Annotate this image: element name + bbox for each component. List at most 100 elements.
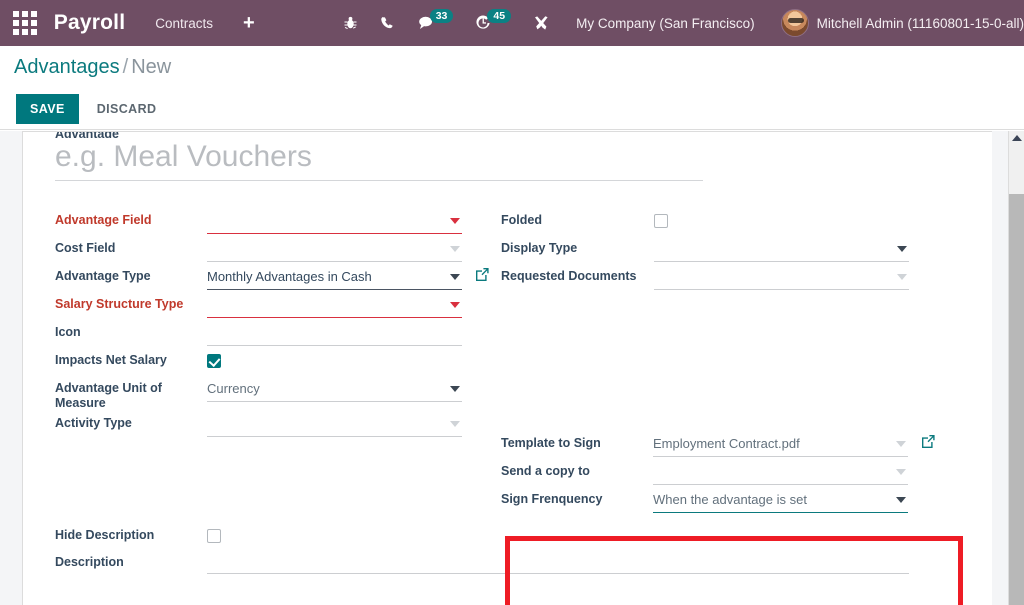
chevron-down-icon: [450, 421, 460, 427]
chevron-down-icon: [896, 441, 906, 447]
field-advantage-type: Advantage Type Monthly Advantages in Cas…: [55, 264, 493, 292]
odoo-payroll-advantage-form: Payroll Contracts +: [0, 0, 1024, 605]
input-activity-type[interactable]: [207, 413, 462, 437]
form-scroll-area: Advantage Advantage Field Cost Field: [0, 131, 1024, 605]
new-record-plus-button[interactable]: +: [243, 13, 255, 33]
menu-item-contracts[interactable]: Contracts: [155, 16, 213, 31]
chevron-down-icon: [896, 497, 906, 503]
form-left-column: Advantage Field Cost Field: [55, 208, 493, 551]
label-description: Description: [55, 550, 207, 574]
field-activity-type: Activity Type: [55, 411, 493, 439]
field-hide-description: Hide Description: [55, 523, 493, 551]
phone-icon[interactable]: [380, 15, 395, 31]
scrollbar-thumb[interactable]: [1009, 194, 1024, 605]
label-send-a-copy-to: Send a copy to: [501, 459, 653, 479]
activities-badge-count: 45: [487, 9, 511, 23]
bug-icon[interactable]: [343, 15, 358, 31]
tools-icon[interactable]: [533, 15, 550, 32]
label-icon: Icon: [55, 320, 207, 340]
field-requested-documents: Requested Documents: [501, 264, 941, 292]
external-link-icon[interactable]: [921, 434, 936, 449]
label-display-type: Display Type: [501, 236, 654, 256]
field-folded: Folded: [501, 208, 941, 236]
breadcrumb-separator: /: [123, 56, 129, 78]
label-activity-type: Activity Type: [55, 411, 207, 431]
input-advantage-field[interactable]: [207, 210, 462, 234]
field-impacts-net-salary: Impacts Net Salary: [55, 348, 493, 376]
label-template-to-sign: Template to Sign: [501, 431, 653, 451]
activities-icon[interactable]: 45: [475, 15, 511, 31]
input-salary-structure-type[interactable]: [207, 294, 462, 318]
input-send-a-copy-to[interactable]: [653, 461, 908, 485]
chevron-down-icon: [450, 386, 460, 392]
field-send-a-copy-to: Send a copy to: [501, 459, 941, 487]
advantage-title-group: Advantage: [55, 131, 705, 181]
value-template-to-sign: Employment Contract.pdf: [653, 436, 800, 451]
avatar: [781, 9, 809, 37]
external-link-icon[interactable]: [475, 267, 490, 282]
chevron-down-icon: [896, 469, 906, 475]
label-cost-field: Cost Field: [55, 236, 207, 256]
field-description: Description: [55, 550, 945, 574]
checkbox-impacts-net-salary[interactable]: [207, 354, 221, 368]
systray-icons: 33 45: [343, 15, 550, 32]
sign-settings-group: Template to Sign Employment Contract.pdf: [501, 431, 941, 515]
messages-badge-count: 33: [430, 9, 454, 23]
label-hide-description: Hide Description: [55, 523, 207, 543]
advantage-name-input[interactable]: [55, 138, 703, 181]
breadcrumb-advantages[interactable]: Advantages: [14, 56, 120, 78]
field-advantage-field: Advantage Field: [55, 208, 493, 236]
form-right-column: Folded Display Type Requested: [501, 208, 941, 292]
label-folded: Folded: [501, 208, 654, 228]
value-advantage-type: Monthly Advantages in Cash: [207, 269, 372, 284]
top-navigation-bar: Payroll Contracts +: [0, 0, 1024, 46]
label-requested-documents: Requested Documents: [501, 264, 654, 284]
chevron-down-icon: [897, 274, 907, 280]
breadcrumb-current: New: [131, 56, 171, 78]
value-advantage-unit-of-measure: Currency: [207, 381, 260, 396]
input-sign-frequency[interactable]: When the advantage is set: [653, 489, 908, 513]
discard-button[interactable]: DISCARD: [89, 94, 165, 124]
input-icon[interactable]: [207, 322, 462, 346]
app-brand-payroll[interactable]: Payroll: [54, 11, 125, 35]
label-salary-structure-type: Salary Structure Type: [55, 292, 207, 312]
field-advantage-unit-of-measure: Advantage Unit of Measure Currency: [55, 376, 493, 411]
user-menu-label: Mitchell Admin (11160801-15-0-all): [817, 16, 1024, 31]
user-menu[interactable]: Mitchell Admin (11160801-15-0-all): [781, 9, 1024, 37]
field-salary-structure-type: Salary Structure Type: [55, 292, 493, 320]
value-sign-frequency: When the advantage is set: [653, 492, 807, 507]
input-display-type[interactable]: [654, 238, 909, 262]
chevron-down-icon: [450, 302, 460, 308]
chevron-down-icon: [450, 218, 460, 224]
label-impacts-net-salary: Impacts Net Salary: [55, 348, 207, 368]
input-advantage-unit-of-measure[interactable]: Currency: [207, 378, 462, 402]
label-advantage-type: Advantage Type: [55, 264, 207, 284]
field-sign-frequency: Sign Frenquency When the advantage is se…: [501, 487, 941, 515]
input-template-to-sign[interactable]: Employment Contract.pdf: [653, 433, 908, 457]
field-display-type: Display Type: [501, 236, 941, 264]
chevron-down-icon: [897, 246, 907, 252]
save-button[interactable]: SAVE: [16, 94, 79, 124]
vertical-scrollbar[interactable]: [1008, 131, 1024, 605]
messages-icon[interactable]: 33: [417, 15, 454, 31]
field-cost-field: Cost Field: [55, 236, 493, 264]
scroll-up-arrow-icon[interactable]: [1012, 135, 1022, 141]
field-icon: Icon: [55, 320, 493, 348]
breadcrumb: Advantages/New: [14, 56, 171, 79]
label-sign-frequency: Sign Frenquency: [501, 487, 653, 507]
left-column-spacer-2: [55, 467, 493, 495]
input-requested-documents[interactable]: [654, 266, 909, 290]
input-cost-field[interactable]: [207, 238, 462, 262]
left-column-spacer-3: [55, 495, 493, 523]
company-switcher[interactable]: My Company (San Francisco): [576, 16, 755, 31]
left-column-spacer: [55, 439, 493, 467]
label-advantage-unit-of-measure: Advantage Unit of Measure: [55, 376, 207, 411]
label-advantage-field: Advantage Field: [55, 208, 207, 228]
apps-grid-icon[interactable]: [8, 11, 42, 35]
field-template-to-sign: Template to Sign Employment Contract.pdf: [501, 431, 941, 459]
input-description[interactable]: [207, 552, 909, 574]
chevron-down-icon: [450, 246, 460, 252]
input-advantage-type[interactable]: Monthly Advantages in Cash: [207, 266, 462, 290]
checkbox-folded[interactable]: [654, 214, 668, 228]
checkbox-hide-description[interactable]: [207, 529, 221, 543]
